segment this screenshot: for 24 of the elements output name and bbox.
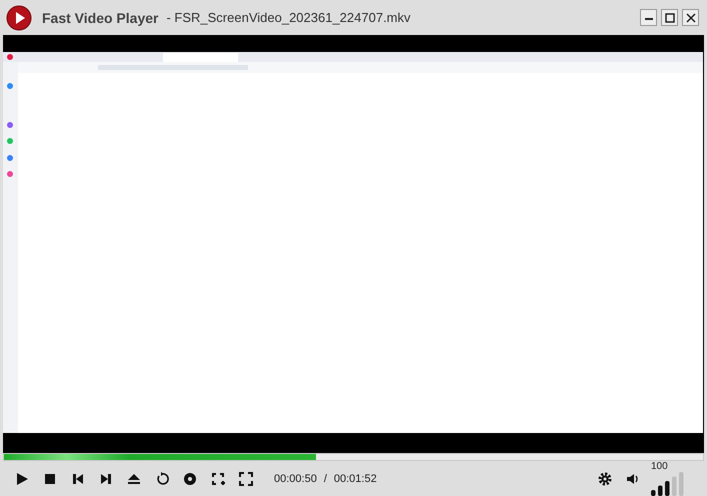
next-icon[interactable] [99,472,113,486]
close-icon[interactable] [686,12,696,22]
settings-icon[interactable] [598,472,612,486]
close-button[interactable] [682,9,699,26]
repeat-icon[interactable] [155,472,169,486]
total-time: 00:01:52 [334,472,377,484]
stop-icon[interactable] [43,472,57,486]
speaker-icon[interactable] [626,472,640,486]
seek-bar[interactable] [3,453,704,461]
time-separator: / [324,472,327,484]
volume-reading: 100 [651,462,668,472]
previous-icon[interactable] [71,472,85,486]
disc-icon[interactable] [183,472,197,486]
current-time: 00:00:50 [274,472,317,484]
play-icon[interactable] [15,472,29,486]
fullscreen-icon[interactable] [239,472,253,486]
window-title: Fast Video Player [42,10,158,26]
crop-icon[interactable] [211,472,225,486]
eject-icon[interactable] [127,472,141,486]
maximize-button[interactable] [661,9,678,26]
maximize-icon[interactable] [664,12,674,22]
file-name: - FSR_ScreenVideo_202361_224707.mkv [166,10,411,25]
play-logo-icon [6,4,32,30]
minimize-button[interactable] [640,9,657,26]
